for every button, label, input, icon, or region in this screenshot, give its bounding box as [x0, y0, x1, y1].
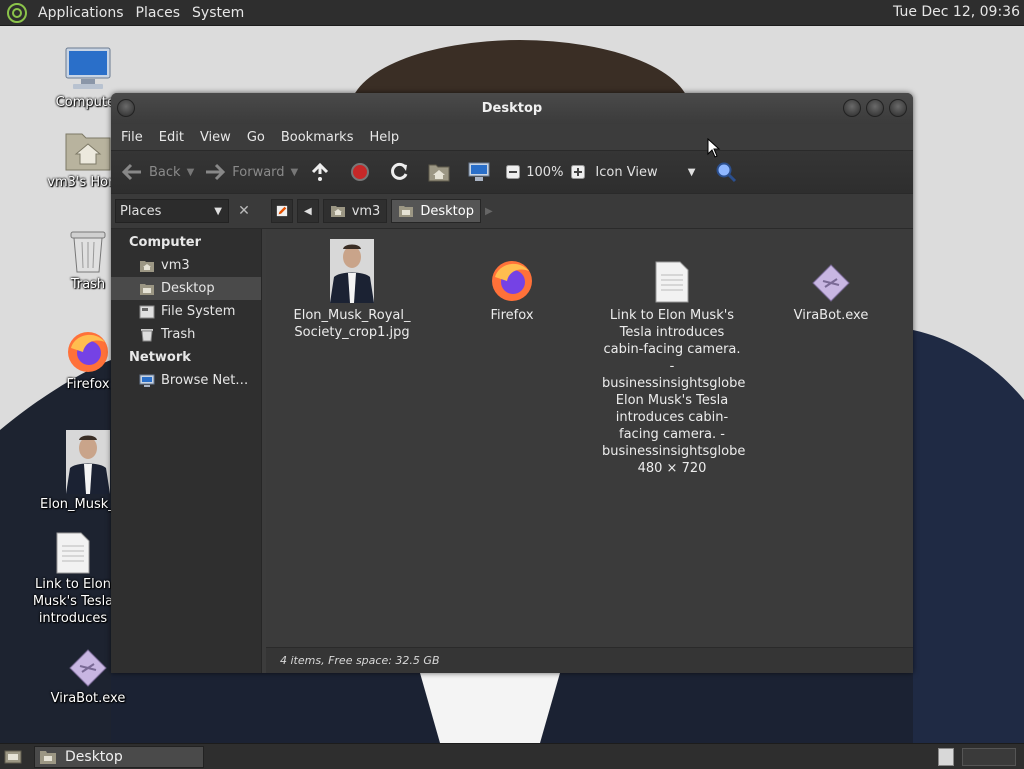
toggle-location-entry-button[interactable]	[271, 199, 293, 223]
window-title: Desktop	[481, 101, 543, 116]
sidebar-item-trash[interactable]: Trash	[111, 323, 261, 346]
view-mode-select[interactable]: Icon View ▼	[595, 165, 695, 180]
home-folder-icon	[428, 164, 450, 182]
menu-bookmarks[interactable]: Bookmarks	[273, 130, 362, 145]
trash-icon	[141, 328, 153, 341]
maximize-button[interactable]	[866, 99, 884, 117]
firefox-icon	[68, 332, 108, 372]
file-view[interactable]: Elon_Musk_Royal_ Society_crop1.jpg Firef…	[266, 229, 913, 647]
bottom-panel: Desktop	[0, 743, 1024, 769]
zoom-out-icon	[506, 165, 521, 179]
sidebar-header-computer: Computer	[129, 235, 202, 250]
menu-view[interactable]: View	[192, 130, 239, 145]
home-folder-icon	[330, 206, 345, 217]
chevron-down-icon: ▼	[214, 205, 222, 217]
network-icon	[139, 374, 155, 387]
menubar: File Edit View Go Bookmarks Help	[111, 124, 913, 150]
drive-icon	[139, 305, 155, 318]
pencil-icon	[276, 205, 288, 217]
sidebar-item-vm3[interactable]: vm3	[111, 254, 261, 277]
up-button[interactable]	[310, 162, 336, 182]
desktop-folder-icon	[399, 206, 414, 217]
file-manager-window: Desktop File Edit View Go Bookmarks Help…	[111, 93, 913, 673]
computer-icon	[65, 47, 111, 89]
toolbar: Back ▼ Forward ▼ 100% Icon View ▼	[111, 150, 913, 194]
computer-icon	[468, 162, 490, 181]
close-button[interactable]	[889, 99, 907, 117]
reload-icon	[391, 162, 408, 180]
workspace-switcher[interactable]	[962, 748, 1016, 766]
window-menu-button[interactable]	[117, 99, 135, 117]
status-bar: 4 items, Free space: 32.5 GB	[266, 647, 913, 673]
executable-icon	[812, 264, 850, 302]
top-panel: Applications Places System Tue Dec 12, 0…	[0, 0, 1024, 26]
system-menu[interactable]: System	[186, 5, 250, 21]
stop-icon	[351, 163, 370, 181]
places-menu[interactable]: Places	[130, 5, 187, 21]
show-desktop-icon[interactable]	[4, 748, 22, 764]
back-button[interactable]: Back	[121, 163, 181, 181]
forward-button[interactable]: Forward	[204, 163, 285, 181]
menu-go[interactable]: Go	[239, 130, 273, 145]
breadcrumb-forward-arrow[interactable]: ▶	[485, 206, 493, 217]
distro-logo-icon[interactable]	[6, 2, 28, 24]
firefox-icon	[492, 261, 532, 301]
menu-edit[interactable]: Edit	[151, 130, 192, 145]
sidebar-item-desktop[interactable]: Desktop	[111, 277, 261, 300]
forward-history-dropdown[interactable]: ▼	[291, 167, 299, 178]
breadcrumb-vm3[interactable]: vm3	[322, 199, 388, 223]
minimize-button[interactable]	[843, 99, 861, 117]
text-file-icon	[56, 532, 90, 574]
menu-help[interactable]: Help	[361, 130, 407, 145]
arrow-up-icon	[312, 162, 329, 181]
applications-menu[interactable]: Applications	[32, 5, 130, 21]
search-icon	[716, 162, 737, 183]
chevron-down-icon: ▼	[687, 166, 696, 178]
file-item-virabot[interactable]: ViraBot.exe	[763, 263, 899, 324]
taskbar-item-desktop[interactable]: Desktop	[34, 746, 204, 768]
home-folder-icon	[65, 133, 111, 171]
arrow-left-icon	[121, 163, 141, 181]
sidebar-item-browse-network[interactable]: Browse Net…	[111, 369, 261, 392]
search-button[interactable]	[715, 161, 743, 183]
side-pane-select[interactable]: Places ▼	[115, 199, 229, 223]
sidebar-header-network: Network	[129, 350, 191, 365]
zoom-in-icon	[571, 165, 586, 179]
breadcrumb-desktop[interactable]: Desktop	[391, 199, 481, 223]
desktop-icon-link[interactable]: Link to Elon Musk's Tesla introduces cab…	[28, 532, 118, 627]
location-bar: Places ▼ ✕ ◀ vm3 Desktop ▶	[111, 194, 913, 229]
stop-button[interactable]	[350, 162, 376, 182]
reload-button[interactable]	[388, 161, 416, 183]
back-history-dropdown[interactable]: ▼	[187, 167, 195, 178]
file-item-link[interactable]: Link to Elon Musk's Tesla introduces cab…	[602, 261, 745, 477]
workspace-1[interactable]	[938, 748, 954, 766]
photo-thumbnail-icon	[330, 239, 374, 303]
desktop-folder-icon	[140, 283, 154, 295]
arrow-right-icon	[206, 163, 226, 181]
window-titlebar[interactable]: Desktop	[111, 93, 913, 124]
clock[interactable]: Tue Dec 12, 09:36	[893, 4, 1020, 20]
text-file-icon	[655, 261, 689, 303]
zoom-in-button[interactable]	[571, 165, 591, 179]
close-side-pane-icon[interactable]: ✕	[235, 203, 253, 219]
photo-thumbnail-icon	[66, 430, 110, 494]
menu-file[interactable]: File	[113, 130, 151, 145]
zoom-level: 100%	[526, 164, 564, 180]
trash-icon	[70, 231, 106, 273]
file-item-firefox[interactable]: Firefox	[444, 257, 580, 324]
breadcrumb-back-arrow[interactable]: ◀	[297, 199, 319, 223]
sidebar-item-file-system[interactable]: File System	[111, 300, 261, 323]
executable-icon	[69, 649, 107, 687]
zoom-out-button[interactable]: 100%	[506, 165, 563, 180]
file-item-photo[interactable]: Elon_Musk_Royal_ Society_crop1.jpg	[284, 239, 420, 341]
desktop-folder-icon	[40, 751, 56, 764]
sidebar: Computer vm3 Desktop File System Trash N…	[111, 229, 262, 673]
home-folder-icon	[140, 260, 154, 272]
computer-button[interactable]	[468, 162, 496, 182]
breadcrumb: ◀ vm3 Desktop ▶	[271, 199, 493, 223]
mouse-cursor-icon	[707, 138, 721, 158]
home-button[interactable]	[428, 162, 456, 182]
